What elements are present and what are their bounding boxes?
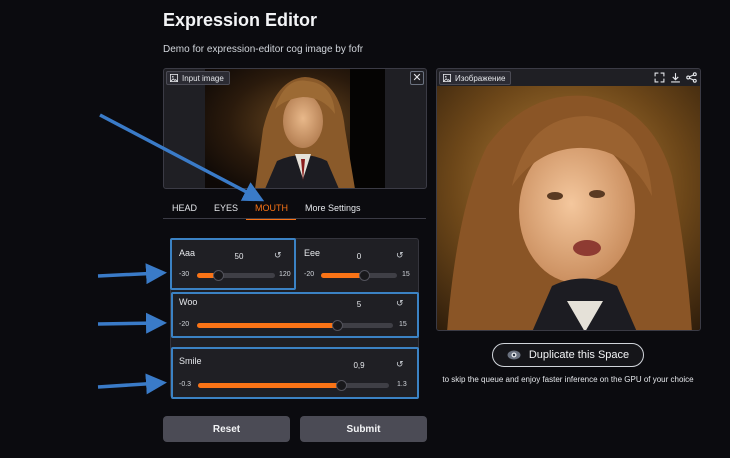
slider-woo-thumb[interactable]	[331, 320, 343, 331]
reset-icon[interactable]: ↺	[274, 250, 282, 261]
download-icon[interactable]	[670, 70, 681, 83]
slider-smile-min: -0.3	[179, 381, 192, 388]
slider-aaa-max: 120	[279, 271, 291, 278]
duplicate-space-label: Duplicate this Space	[528, 349, 630, 361]
duplicate-icon	[507, 350, 521, 360]
slider-smile-thumb[interactable]	[336, 380, 348, 391]
slider-eee-min: -20	[304, 271, 315, 278]
slider-aaa-label: Aaa	[179, 248, 196, 258]
close-icon[interactable]: ✕	[410, 71, 424, 85]
fullscreen-icon[interactable]	[654, 70, 665, 83]
output-image-panel[interactable]: Изображение	[436, 68, 701, 331]
slider-aaa-value[interactable]: 50	[225, 252, 253, 261]
slider-woo-fill	[197, 323, 337, 328]
slider-eee-fill	[321, 273, 365, 278]
tab-head[interactable]: HEAD	[163, 200, 205, 219]
slider-aaa-thumb[interactable]	[212, 270, 224, 281]
duplicate-space-description: to skip the queue and enjoy faster infer…	[442, 375, 694, 384]
slider-woo-track[interactable]	[197, 320, 393, 331]
page-title: Expression Editor	[163, 10, 318, 30]
tab-bar: HEAD EYES MOUTH More Settings	[163, 200, 426, 220]
slider-woo: Woo 5 ↺ -20 15	[170, 292, 419, 338]
page-subtitle: Demo for expression-editor cog image by …	[163, 44, 364, 55]
input-image-panel[interactable]: Input image ✕	[163, 68, 427, 189]
arrow-to-aaa	[97, 263, 167, 285]
reset-icon[interactable]: ↺	[396, 298, 404, 309]
output-image-label-text: Изображение	[455, 73, 506, 83]
slider-woo-value[interactable]: 5	[345, 300, 373, 309]
slider-eee-value[interactable]: 0	[345, 252, 373, 261]
slider-eee: Eee 0 ↺ -20 15	[296, 238, 419, 290]
arrow-to-woo	[97, 312, 167, 334]
share-icon[interactable]	[686, 70, 697, 83]
reset-button[interactable]: Reset	[163, 416, 290, 442]
slider-aaa-track[interactable]	[197, 270, 275, 281]
slider-woo-min: -20	[179, 321, 190, 328]
duplicate-space-button[interactable]: Duplicate this Space	[492, 343, 644, 367]
slider-smile-fill	[198, 383, 342, 388]
tab-more-settings[interactable]: More Settings	[296, 200, 369, 219]
slider-smile-track[interactable]	[198, 380, 389, 391]
slider-aaa: Aaa 50 ↺ -30 120	[170, 238, 296, 290]
slider-aaa-min: -30	[179, 271, 190, 278]
slider-eee-max: 15	[402, 271, 410, 278]
slider-smile-value[interactable]: 0,9	[345, 361, 373, 370]
slider-woo-label: Woo	[179, 297, 198, 307]
slider-woo-max: 15	[399, 321, 407, 328]
reset-icon[interactable]: ↺	[396, 359, 404, 370]
input-image-label-text: Input image	[182, 73, 224, 83]
tab-eyes[interactable]: EYES	[205, 200, 246, 219]
slider-eee-track[interactable]	[321, 270, 397, 281]
input-portrait-image	[205, 69, 385, 188]
slider-smile: Smile 0,9 ↺ -0.3 1.3	[170, 347, 419, 399]
output-portrait-image	[437, 86, 700, 330]
submit-button[interactable]: Submit	[300, 416, 427, 442]
reset-icon[interactable]: ↺	[396, 250, 404, 261]
slider-smile-max: 1.3	[397, 381, 407, 388]
tab-mouth[interactable]: MOUTH	[246, 200, 297, 220]
arrow-to-smile	[97, 373, 167, 395]
image-icon	[170, 74, 178, 82]
slider-eee-thumb[interactable]	[359, 270, 371, 281]
slider-eee-label: Eee	[304, 248, 321, 258]
image-icon	[443, 74, 451, 82]
slider-smile-label: Smile	[179, 356, 202, 366]
input-image-label: Input image	[166, 71, 230, 85]
output-image-label: Изображение	[439, 71, 512, 85]
